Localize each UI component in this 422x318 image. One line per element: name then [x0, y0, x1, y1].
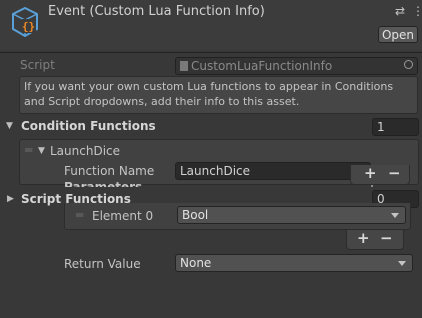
- parameter-element-label: Element 0: [92, 209, 154, 223]
- open-button[interactable]: Open: [378, 26, 418, 43]
- parameters-list-footer: [346, 230, 404, 250]
- svg-text:{}: {}: [22, 20, 35, 33]
- tune-icon[interactable]: ⇄: [395, 4, 405, 18]
- function-name-label: Function Name: [64, 164, 155, 178]
- element-name-label[interactable]: LaunchDice: [50, 144, 120, 158]
- condition-functions-label[interactable]: Condition Functions: [21, 119, 156, 133]
- script-label: Script: [20, 58, 55, 72]
- script-functions-foldout-icon[interactable]: ▶: [7, 194, 14, 204]
- add-parameter-button[interactable]: +: [357, 229, 370, 247]
- more-icon[interactable]: ⋮: [412, 4, 422, 18]
- drag-handle-icon[interactable]: ═: [76, 208, 83, 222]
- remove-condition-button[interactable]: −: [388, 164, 401, 182]
- condition-functions-foldout-icon[interactable]: ▼: [6, 121, 13, 131]
- object-picker-icon[interactable]: [404, 60, 413, 69]
- header-divider: [0, 52, 422, 53]
- return-value-value: None: [180, 256, 212, 270]
- scriptable-object-icon: {}: [12, 6, 38, 38]
- parameter-type-dropdown[interactable]: Bool: [177, 206, 406, 224]
- add-condition-button[interactable]: +: [364, 164, 377, 182]
- inspector-title: Event (Custom Lua Function Info): [48, 4, 265, 19]
- condition-functions-count[interactable]: 1: [372, 118, 419, 136]
- drag-handle-icon[interactable]: ═: [25, 143, 32, 157]
- return-value-dropdown[interactable]: None: [175, 254, 413, 272]
- help-box: If you want your own custom Lua function…: [19, 76, 418, 114]
- chevron-down-icon: [391, 213, 399, 218]
- parameter-type-value: Bool: [182, 208, 209, 222]
- script-field[interactable]: CustomLuaFunctionInfo: [175, 57, 418, 75]
- return-value-label: Return Value: [64, 257, 141, 271]
- script-field-value: CustomLuaFunctionInfo: [191, 59, 333, 73]
- chevron-down-icon: [398, 261, 406, 266]
- script-file-icon: [180, 61, 188, 71]
- condition-list-footer: [350, 165, 410, 185]
- element-foldout-icon[interactable]: ▼: [38, 146, 45, 156]
- function-name-field[interactable]: LaunchDice: [175, 162, 371, 180]
- remove-parameter-button[interactable]: −: [380, 229, 393, 247]
- parameters-label[interactable]: Parameters: [64, 180, 142, 187]
